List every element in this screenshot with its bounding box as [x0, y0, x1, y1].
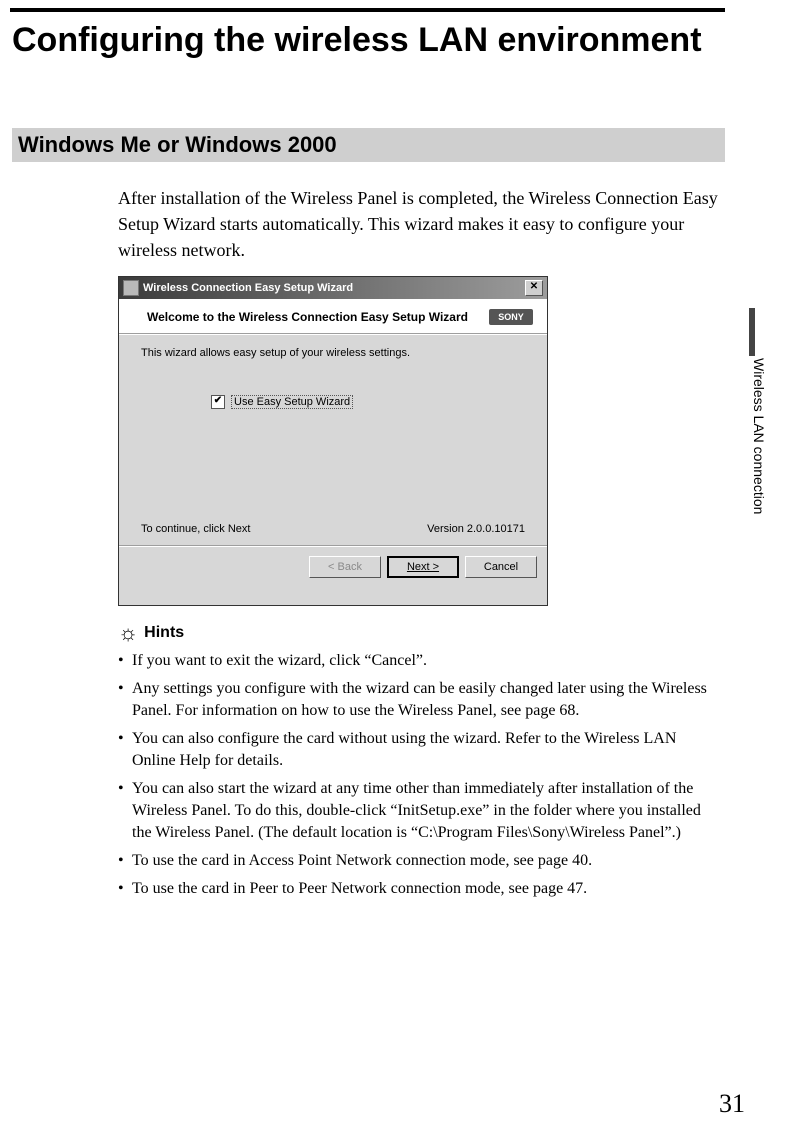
list-item: •You can also configure the card without…	[118, 728, 723, 772]
wizard-description: This wizard allows easy setup of your wi…	[141, 347, 525, 359]
bullet-dot: •	[118, 850, 132, 872]
intro-paragraph: After installation of the Wireless Panel…	[118, 185, 718, 263]
wizard-app-icon	[123, 280, 139, 296]
wizard-title-text: Wireless Connection Easy Setup Wizard	[143, 282, 353, 294]
list-item: •If you want to exit the wizard, click “…	[118, 650, 723, 672]
hint-text: To use the card in Peer to Peer Network …	[132, 878, 587, 900]
hint-text: If you want to exit the wizard, click “C…	[132, 650, 427, 672]
hints-label: Hints	[144, 622, 184, 644]
hint-text: You can also start the wizard at any tim…	[132, 778, 723, 844]
bullet-dot: •	[118, 878, 132, 900]
cancel-button[interactable]: Cancel	[465, 556, 537, 578]
hint-text: Any settings you configure with the wiza…	[132, 678, 723, 722]
wizard-body: This wizard allows easy setup of your wi…	[119, 335, 547, 545]
side-tab-label: Wireless LAN connection	[751, 358, 767, 514]
close-icon[interactable]: ✕	[525, 280, 543, 296]
hints-section: ☼ Hints •If you want to exit the wizard,…	[118, 622, 723, 906]
use-easy-setup-checkbox[interactable]: ✔	[211, 395, 225, 409]
side-tab-marker	[749, 308, 755, 356]
list-item: •Any settings you configure with the wiz…	[118, 678, 723, 722]
hint-text: You can also configure the card without …	[132, 728, 723, 772]
bullet-dot: •	[118, 778, 132, 844]
wizard-checkbox-row: ✔ Use Easy Setup Wizard	[211, 395, 525, 409]
page-number: 31	[719, 1089, 745, 1119]
back-button: < Back	[309, 556, 381, 578]
top-rule	[10, 8, 725, 12]
bullet-dot: •	[118, 728, 132, 772]
wizard-continue-text: To continue, click Next	[141, 523, 250, 535]
page-title: Configuring the wireless LAN environment	[12, 20, 712, 60]
hint-text: To use the card in Access Point Network …	[132, 850, 592, 872]
next-button[interactable]: Next >	[387, 556, 459, 578]
bullet-dot: •	[118, 678, 132, 722]
hints-heading: ☼ Hints	[118, 622, 723, 644]
wizard-titlebar: Wireless Connection Easy Setup Wizard ✕	[119, 277, 547, 299]
wizard-button-bar: < Back Next > Cancel	[119, 545, 547, 588]
wizard-header: Welcome to the Wireless Connection Easy …	[119, 299, 547, 333]
wizard-version-text: Version 2.0.0.10171	[427, 523, 525, 535]
wizard-window: Wireless Connection Easy Setup Wizard ✕ …	[118, 276, 548, 606]
list-item: •To use the card in Peer to Peer Network…	[118, 878, 723, 900]
list-item: •You can also start the wizard at any ti…	[118, 778, 723, 844]
hint-icon: ☼	[118, 622, 138, 644]
section-heading-bar: Windows Me or Windows 2000	[12, 128, 725, 162]
bullet-dot: •	[118, 650, 132, 672]
wizard-welcome-text: Welcome to the Wireless Connection Easy …	[147, 310, 489, 324]
hints-list: •If you want to exit the wizard, click “…	[118, 650, 723, 900]
brand-badge: SONY	[489, 309, 533, 325]
use-easy-setup-label: Use Easy Setup Wizard	[231, 395, 353, 409]
list-item: •To use the card in Access Point Network…	[118, 850, 723, 872]
